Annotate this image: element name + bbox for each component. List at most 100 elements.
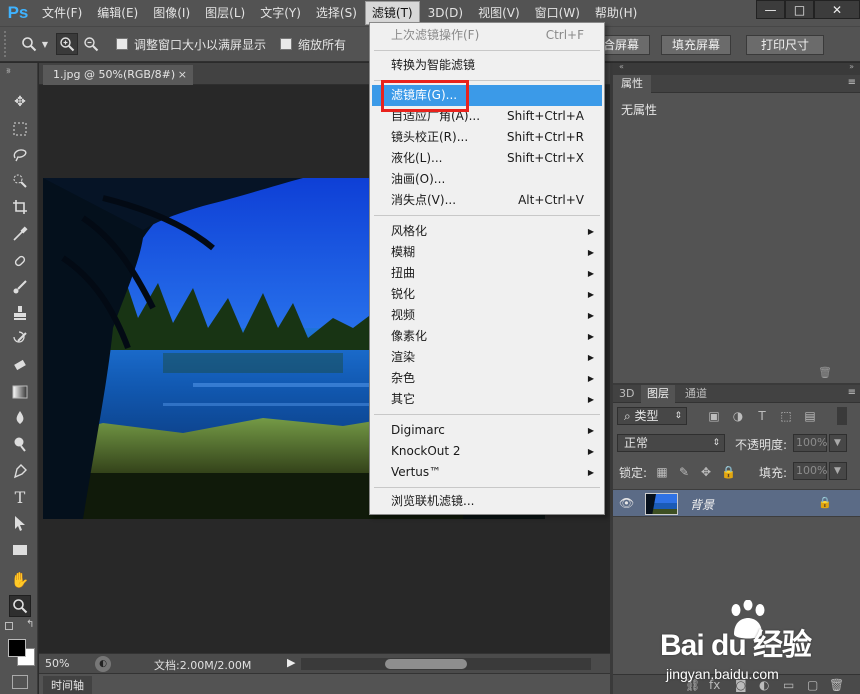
status-info-icon[interactable]: ◐ <box>95 656 111 672</box>
menu-item-blur[interactable]: 模糊 ▶ <box>372 242 602 263</box>
resize-window-checkbox[interactable] <box>116 38 128 50</box>
menu-item-render[interactable]: 渲染 ▶ <box>372 347 602 368</box>
swap-colors-icon[interactable]: ↰ <box>26 619 34 630</box>
zoom-in-icon[interactable] <box>56 33 78 55</box>
pen-tool-icon[interactable] <box>9 460 31 482</box>
menu-item-sharpen[interactable]: 锐化 ▶ <box>372 284 602 305</box>
fill-input[interactable]: 100% <box>793 462 827 480</box>
eyedropper-tool-icon[interactable] <box>9 223 31 245</box>
dock-collapse-icon[interactable]: « <box>619 62 624 71</box>
zoom-all-checkbox[interactable] <box>280 38 293 50</box>
tab-timeline[interactable]: 时间轴 <box>43 676 92 694</box>
foreground-color-swatch[interactable] <box>8 639 26 657</box>
rectangle-tool-icon[interactable] <box>9 539 31 561</box>
lock-image-pixels-icon[interactable]: ✎ <box>677 465 691 479</box>
filter-pixel-icon[interactable]: ▣ <box>707 409 721 423</box>
horizontal-scrollbar[interactable] <box>301 658 591 670</box>
default-colors-icon[interactable] <box>5 622 13 630</box>
filter-type-icon[interactable]: T <box>755 409 769 423</box>
menu-select[interactable]: 选择(S) <box>310 2 363 24</box>
menu-item-video[interactable]: 视频 ▶ <box>372 305 602 326</box>
lock-position-icon[interactable]: ✥ <box>699 465 713 479</box>
gradient-tool-icon[interactable] <box>9 381 31 403</box>
minimize-button[interactable]: — <box>756 0 785 19</box>
menu-help[interactable]: 帮助(H) <box>589 2 643 24</box>
marquee-tool-icon[interactable] <box>9 118 31 140</box>
print-size-button[interactable]: 打印尺寸 <box>746 35 825 55</box>
tab-3d[interactable]: 3D <box>613 385 640 403</box>
menu-item-distort[interactable]: 扭曲 ▶ <box>372 263 602 284</box>
fill-dropdown-icon[interactable]: ▼ <box>829 462 847 480</box>
tab-properties[interactable]: 属性 <box>613 75 651 93</box>
move-tool-icon[interactable]: ✥ <box>9 91 31 113</box>
healing-brush-tool-icon[interactable] <box>9 250 31 272</box>
type-tool-icon[interactable]: T <box>9 486 31 508</box>
menu-item-vertus[interactable]: Vertus™ ▶ <box>372 462 602 483</box>
blend-mode-select[interactable]: 正常 ⇕ <box>617 434 725 452</box>
menu-layer[interactable]: 图层(L) <box>199 2 251 24</box>
lock-transparent-icon[interactable]: ▦ <box>655 465 669 479</box>
menu-item-stylize[interactable]: 风格化 ▶ <box>372 221 602 242</box>
opacity-input[interactable]: 100% <box>793 434 827 452</box>
filter-adjustment-icon[interactable]: ◑ <box>731 409 745 423</box>
filter-smart-object-icon[interactable]: ▤ <box>803 409 817 423</box>
zoom-tool-preset-icon[interactable] <box>18 33 40 55</box>
horizontal-scroll-thumb[interactable] <box>385 659 467 669</box>
quick-selection-tool-icon[interactable] <box>9 170 31 192</box>
layers-panel-menu-icon[interactable]: ≡ <box>848 387 856 398</box>
menu-filter[interactable]: 滤镜(T) <box>364 1 420 25</box>
menu-item-lens-correction[interactable]: 镜头校正(R)... Shift+Ctrl+R <box>372 127 602 148</box>
menu-file[interactable]: 文件(F) <box>36 2 88 24</box>
menu-item-other[interactable]: 其它 ▶ <box>372 389 602 410</box>
eraser-tool-icon[interactable] <box>9 354 31 376</box>
layer-filter-select[interactable]: ⌕ 类型 ⇕ <box>617 407 687 425</box>
menu-item-convert-smart-filters[interactable]: 转换为智能滤镜 <box>372 55 602 76</box>
zoom-out-icon[interactable] <box>80 33 102 55</box>
zoom-level[interactable]: 50% <box>45 657 69 670</box>
dock-expand-icon[interactable]: » <box>849 62 854 71</box>
menu-item-oil-paint[interactable]: 油画(O)... <box>372 169 602 190</box>
filter-shape-icon[interactable]: ⬚ <box>779 409 793 423</box>
clone-stamp-tool-icon[interactable] <box>9 302 31 324</box>
document-tab-close-icon[interactable]: × <box>178 65 187 85</box>
document-tab[interactable]: 1.jpg @ 50%(RGB/8#) × <box>43 65 193 85</box>
dodge-tool-icon[interactable] <box>9 433 31 455</box>
menu-item-browse-filters-online[interactable]: 浏览联机滤镜... <box>372 491 602 512</box>
layer-name[interactable]: 背景 <box>690 496 714 513</box>
menu-window[interactable]: 窗口(W) <box>529 2 586 24</box>
menu-image[interactable]: 图像(I) <box>147 2 196 24</box>
properties-trash-icon[interactable]: 🗑 <box>818 366 832 379</box>
filter-toggle-switch[interactable] <box>837 407 847 425</box>
quick-mask-icon[interactable] <box>12 675 28 689</box>
menu-type[interactable]: 文字(Y) <box>254 2 307 24</box>
options-bar-grip[interactable] <box>4 31 12 57</box>
menu-item-pixelate[interactable]: 像素化 ▶ <box>372 326 602 347</box>
tab-layers[interactable]: 图层 <box>641 385 675 403</box>
path-selection-tool-icon[interactable] <box>9 512 31 534</box>
history-brush-tool-icon[interactable] <box>9 328 31 350</box>
hand-tool-icon[interactable]: ✋ <box>9 569 31 591</box>
menu-item-last-filter[interactable]: 上次滤镜操作(F) Ctrl+F <box>372 25 602 46</box>
tab-channels[interactable]: 通道 <box>679 385 713 403</box>
preset-dropdown-icon[interactable]: ▼ <box>40 33 50 55</box>
brush-tool-icon[interactable] <box>9 276 31 298</box>
layer-row[interactable]: 👁 背景 🔒 <box>613 489 860 517</box>
maximize-button[interactable]: □ <box>785 0 814 19</box>
menu-item-noise[interactable]: 杂色 ▶ <box>372 368 602 389</box>
zoom-tool-icon[interactable] <box>9 595 31 617</box>
status-menu-arrow-icon[interactable]: ▶ <box>287 656 295 669</box>
blur-tool-icon[interactable] <box>9 407 31 429</box>
lock-all-icon[interactable]: 🔒 <box>721 465 736 479</box>
properties-panel-menu-icon[interactable]: ≡ <box>848 77 856 88</box>
close-button[interactable]: ✕ <box>814 0 860 19</box>
lasso-tool-icon[interactable] <box>9 144 31 166</box>
menu-edit[interactable]: 编辑(E) <box>91 2 144 24</box>
menu-item-digimarc[interactable]: Digimarc ▶ <box>372 420 602 441</box>
menu-3d[interactable]: 3D(D) <box>422 2 469 24</box>
menu-item-vanishing-point[interactable]: 消失点(V)... Alt+Ctrl+V <box>372 190 602 211</box>
fill-screen-button[interactable]: 填充屏幕 <box>661 35 732 55</box>
menu-view[interactable]: 视图(V) <box>472 2 526 24</box>
layer-visibility-eye-icon[interactable]: 👁 <box>619 496 634 510</box>
opacity-dropdown-icon[interactable]: ▼ <box>829 434 847 452</box>
menu-item-liquify[interactable]: 液化(L)... Shift+Ctrl+X <box>372 148 602 169</box>
